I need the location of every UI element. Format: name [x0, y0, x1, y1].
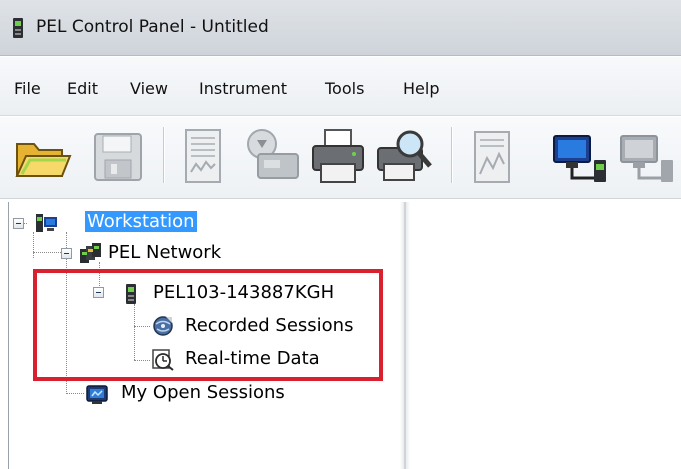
menu-instrument[interactable]: Instrument	[199, 79, 287, 98]
title-bar: PEL Control Panel - Untitled	[0, 0, 681, 56]
workstation-icon	[36, 214, 57, 232]
pane-splitter[interactable]	[400, 202, 410, 469]
menu-bar: File Edit View Instrument Tools Help	[0, 57, 681, 116]
my-open-sessions-label: My Open Sessions	[121, 382, 285, 403]
toolbar	[0, 117, 681, 199]
download-icon	[247, 129, 299, 179]
content-panel	[410, 202, 681, 469]
connect-instrument-icon	[553, 135, 606, 182]
pel-app-icon	[13, 18, 23, 38]
tree-node-my-open-sessions[interactable]: My Open Sessions	[119, 381, 287, 405]
network-instrument-button[interactable]	[617, 124, 679, 188]
pel-network-label: PEL Network	[108, 242, 222, 263]
menu-help[interactable]: Help	[403, 79, 439, 98]
menu-edit[interactable]: Edit	[67, 79, 98, 98]
tree-connector	[33, 232, 34, 258]
pel-network-icon	[80, 243, 101, 263]
toolbar-separator	[451, 127, 453, 183]
collapse-workstation-toggle[interactable]	[13, 218, 24, 229]
menu-view[interactable]: View	[130, 79, 168, 98]
open-sessions-icon	[86, 385, 108, 404]
highlight-box	[33, 269, 383, 381]
print-icon	[312, 129, 364, 183]
tree-node-pel-network[interactable]: PEL Network	[106, 241, 223, 265]
open-folder-icon	[15, 143, 72, 177]
save-disk-icon	[94, 133, 142, 181]
print-button[interactable]	[307, 124, 369, 188]
document-icon	[474, 131, 510, 183]
report-icon	[185, 129, 221, 183]
report-button[interactable]	[172, 124, 234, 188]
connect-instrument-button[interactable]	[550, 124, 612, 188]
download-button[interactable]	[240, 124, 302, 188]
tree-connector	[66, 393, 84, 394]
save-button[interactable]	[87, 124, 149, 188]
network-instrument-icon	[620, 135, 673, 182]
print-preview-icon	[377, 130, 432, 181]
tree-node-workstation[interactable]: Workstation	[85, 210, 197, 234]
menu-tools[interactable]: Tools	[325, 79, 364, 98]
toolbar-separator	[163, 127, 165, 183]
document-button[interactable]	[461, 124, 523, 188]
collapse-pel-network-toggle[interactable]	[61, 248, 72, 259]
open-button[interactable]	[12, 124, 74, 188]
window-title: PEL Control Panel - Untitled	[36, 17, 269, 37]
workstation-label: Workstation	[85, 211, 197, 232]
print-preview-button[interactable]	[374, 124, 436, 188]
menu-file[interactable]: File	[14, 79, 41, 98]
